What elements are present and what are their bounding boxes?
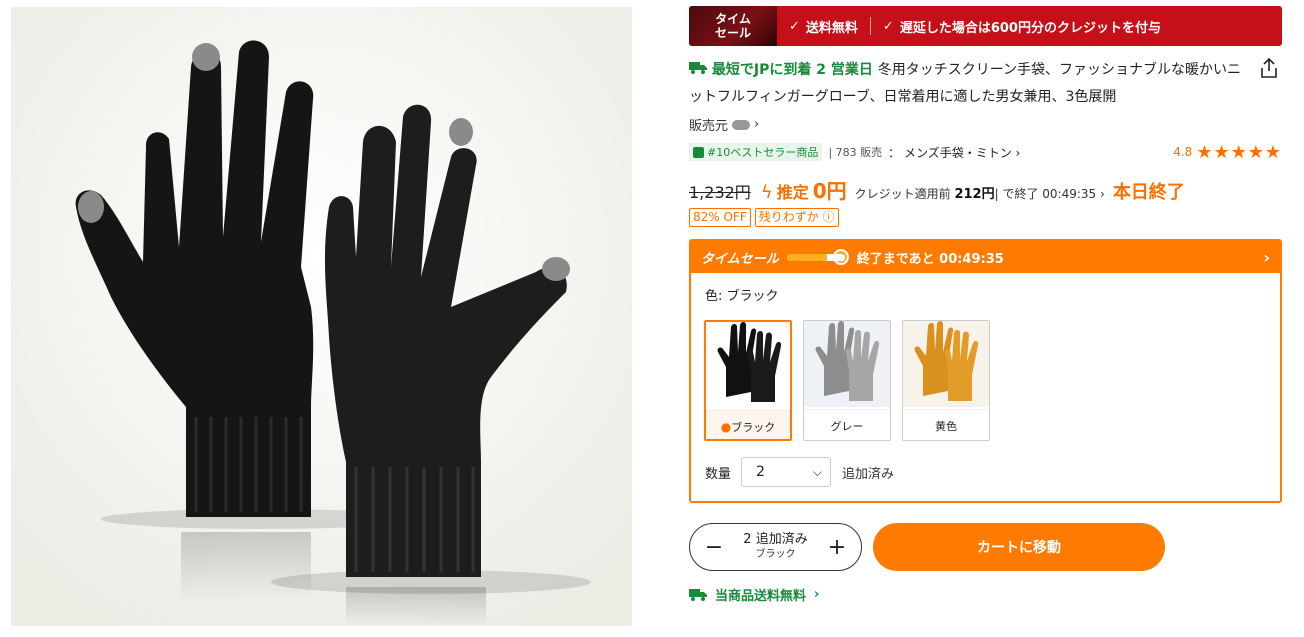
product-image[interactable] [11,7,632,626]
chevron-down-icon: ⌵ [812,464,823,479]
selected-color-label: 色: ブラック [705,289,779,304]
swatch-grey[interactable]: グレー [803,320,891,441]
swatch-black[interactable]: ● ブラック [704,320,792,441]
minus-button[interactable]: − [702,535,726,560]
plus-button[interactable]: + [825,535,849,560]
free-shipping-text: 送料無料 [805,20,858,36]
original-price: 1,232円 [689,183,751,202]
best-seller-badge[interactable]: #10ベストセラー商品 [689,143,823,161]
banner-divider [869,17,871,35]
price-badges: 82% OFF 残りわずか ⓘ [689,208,1282,227]
low-stock-badge[interactable]: 残りわずか ⓘ [754,208,839,227]
lightning-icon: ϟ [760,182,773,203]
check-icon: ✓ [882,18,894,34]
discount-badge: 82% OFF [689,208,751,227]
shipping-info[interactable]: 最短でJPに到着 2 営業日 [689,62,878,78]
sold-text: 783 販売 [835,146,883,159]
info-icon: ⓘ [822,210,835,224]
credit-prefix: クレジット適用前 [854,187,951,201]
swatch-grey-caption: グレー [804,409,890,440]
seller-label: 販売元 [689,119,729,134]
price-row: 1,232円 ϟ 推定 0円 クレジット適用前 212円| で終了 00:49:… [689,175,1282,204]
swatch-yellow-caption: 黄色 [903,409,989,440]
star-rating-icon: ★★★★★ [1196,141,1282,163]
time-sale-label: タイム セール [689,6,777,46]
seller-row[interactable]: 販売元 › [689,115,1282,134]
category-link[interactable]: ： メンズ手袋・ミトン › [888,144,1020,161]
stepper-main-text: 2 追加済み [743,532,808,547]
trophy-icon [693,146,704,158]
quantity-added-text: 追加済み [842,466,895,482]
time-sale-title: タイムセール [701,251,779,267]
swatch-yellow[interactable]: 黄色 [902,320,990,441]
stepper-label: 2 追加済み ブラック [743,532,807,562]
estimate-label: 推定 [776,183,809,202]
go-to-cart-button[interactable]: カートに移動 [873,523,1165,571]
swatch-black-label: ブラック [731,421,776,434]
swatch-grey-image [804,321,890,409]
check-icon: ✓ [789,18,800,34]
action-row: − 2 追加済み ブラック + カートに移動 [689,523,1282,571]
sale-countdown: 終了まであと 00:49:35 [856,251,1004,267]
product-title-block: 最短でJPに到着 2 営業日 冬用タッチスクリーン手袋、ファッショナブルな暖かい… [689,57,1282,111]
rating[interactable]: 4.8 ★★★★★ [1173,142,1282,163]
color-swatches: ● ブラック グレー 黄色 [704,320,1280,441]
quantity-value: 2 [756,464,765,480]
truck-icon [689,62,707,74]
ends-today-label: 本日終了 [1112,182,1185,203]
time-sale-box: タイムセール 終了まであと 00:49:35 › 色: ブラック ● ブラック グ… [689,239,1282,503]
quantity-label: 数量 [705,466,732,482]
chevron-right-icon: › [814,587,820,602]
credit-value: 212円 [954,187,995,202]
sale-progress-fill [786,253,828,261]
product-details: タイム セール ✓ 送料無料 ✓ 遅延した場合は600円分のクレジットを付与 最… [689,6,1282,604]
best-seller-text: #10ベストセラー商品 [707,146,819,159]
swatch-black-caption: ● ブラック [706,410,790,439]
sale-progress-bar [786,253,845,261]
sold-count: | 783 販売 [828,146,883,159]
swatch-grey-label: グレー [830,420,864,433]
truck-icon [689,589,707,601]
flame-icon: ● [720,420,732,434]
swatch-black-image [706,322,790,410]
credit-text: 遅延した場合は600円分のクレジットを付与 [899,20,1161,36]
free-shipping-row[interactable]: 当商品送料無料 › [689,585,1282,604]
shipping-text: 最短でJPに到着 2 営業日 [711,62,873,78]
quantity-row: 数量 2 ⌵ 追加済み [705,457,1280,487]
quantity-select[interactable]: 2 ⌵ [741,457,832,487]
chevron-right-icon: › [754,117,760,132]
cart-quantity-stepper: − 2 追加済み ブラック + [689,523,862,571]
estimate-price: 0円 [812,179,847,203]
best-seller-row: #10ベストセラー商品 | 783 販売 ： メンズ手袋・ミトン › 4.8 ★… [689,142,1282,163]
share-icon[interactable] [1258,57,1280,79]
rating-value: 4.8 [1173,145,1193,159]
low-stock-text: 残りわずか [758,210,819,224]
chevron-right-icon: › [1263,247,1270,267]
swatch-yellow-label: 黄色 [935,420,957,433]
promo-banner[interactable]: タイム セール ✓ 送料無料 ✓ 遅延した場合は600円分のクレジットを付与 [689,6,1282,46]
credit-item: ✓ 遅延した場合は600円分のクレジットを付与 [883,17,1161,36]
free-shipping-item: ✓ 送料無料 [789,17,858,36]
seller-logo-icon [732,119,751,130]
free-shipping-link-text: 当商品送料無料 [715,589,807,604]
stepper-sub-text: ブラック [755,549,796,560]
category-text: ： メンズ手袋・ミトン [888,145,1012,160]
credit-suffix: | で終了 00:49:35 [994,187,1097,201]
credit-info[interactable]: クレジット適用前 212円| で終了 00:49:35 › [855,183,1105,202]
time-sale-header[interactable]: タイムセール 終了まであと 00:49:35 › [691,241,1280,273]
swatch-yellow-image [903,321,989,409]
